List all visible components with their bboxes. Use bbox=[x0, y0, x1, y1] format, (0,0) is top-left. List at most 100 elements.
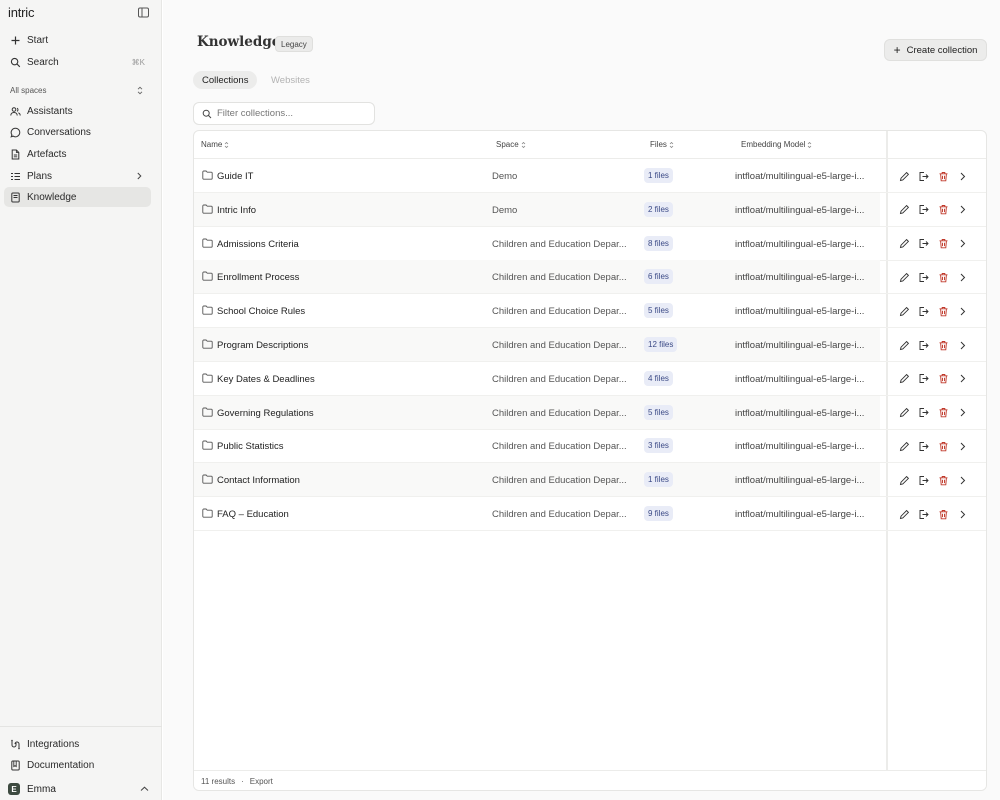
table-row[interactable]: School Choice Rules Children and Educatio… bbox=[194, 294, 986, 329]
chevron-right-icon[interactable] bbox=[957, 238, 969, 250]
column-header-name[interactable]: Name bbox=[201, 140, 229, 149]
edit-icon[interactable] bbox=[898, 271, 910, 283]
collection-name[interactable]: Governing Regulations bbox=[217, 408, 314, 419]
users-icon bbox=[10, 106, 21, 117]
delete-icon[interactable] bbox=[937, 170, 949, 182]
sidebar-item-conversations[interactable]: Conversations bbox=[4, 122, 151, 142]
book-open-icon bbox=[10, 760, 21, 771]
delete-icon[interactable] bbox=[937, 440, 949, 452]
chevron-right-icon[interactable] bbox=[957, 170, 969, 182]
edit-icon[interactable] bbox=[898, 204, 910, 216]
table-row[interactable]: Intric Info Demo 2 files intfloat/multiling… bbox=[194, 192, 986, 227]
collection-name[interactable]: FAQ – Education bbox=[217, 509, 289, 520]
collection-name[interactable]: Enrollment Process bbox=[217, 272, 299, 283]
sidebar-item-artefacts[interactable]: Artefacts bbox=[4, 144, 151, 164]
tab-collections[interactable]: Collections bbox=[193, 71, 258, 89]
delete-icon[interactable] bbox=[937, 204, 949, 216]
table-row[interactable]: Admissions Criteria Children and Educatio… bbox=[194, 227, 986, 261]
spaces-selector-label[interactable]: All spaces bbox=[10, 86, 46, 95]
table-row[interactable]: FAQ – Education Children and Education De… bbox=[194, 497, 986, 531]
export-icon[interactable] bbox=[918, 305, 930, 317]
chevron-right-icon[interactable] bbox=[957, 271, 969, 283]
avatar[interactable]: E bbox=[8, 783, 20, 795]
files-badge: 6 files bbox=[644, 269, 673, 285]
delete-icon[interactable] bbox=[937, 271, 949, 283]
table-row[interactable]: Key Dates & Deadlines Children and Educat… bbox=[194, 362, 986, 396]
export-icon[interactable] bbox=[918, 339, 930, 351]
export-link[interactable]: Export bbox=[250, 777, 273, 786]
delete-icon[interactable] bbox=[937, 474, 949, 486]
edit-icon[interactable] bbox=[898, 305, 910, 317]
table-row[interactable]: Enrollment Process Children and Education… bbox=[194, 260, 986, 295]
create-collection-button[interactable]: + Create collection bbox=[884, 39, 987, 61]
delete-icon[interactable] bbox=[937, 238, 949, 250]
collection-name[interactable]: Guide IT bbox=[217, 171, 253, 182]
column-header-embedding-model[interactable]: Embedding Model bbox=[741, 140, 812, 149]
export-icon[interactable] bbox=[918, 373, 930, 385]
export-icon[interactable] bbox=[918, 440, 930, 452]
export-icon[interactable] bbox=[918, 407, 930, 419]
sort-icon bbox=[669, 141, 674, 149]
delete-icon[interactable] bbox=[937, 508, 949, 520]
export-icon[interactable] bbox=[918, 170, 930, 182]
column-header-files[interactable]: Files bbox=[650, 140, 674, 149]
export-icon[interactable] bbox=[918, 271, 930, 283]
collection-name[interactable]: Program Descriptions bbox=[217, 340, 308, 351]
delete-icon[interactable] bbox=[937, 339, 949, 351]
export-icon[interactable] bbox=[918, 508, 930, 520]
collection-name[interactable]: Admissions Criteria bbox=[217, 239, 299, 250]
chevron-right-icon[interactable] bbox=[957, 440, 969, 452]
edit-icon[interactable] bbox=[898, 474, 910, 486]
search-button[interactable]: Search ⌘K bbox=[4, 52, 151, 72]
chevron-right-icon[interactable] bbox=[957, 339, 969, 351]
chevron-right-icon bbox=[135, 172, 143, 180]
sidebar-toggle-icon[interactable] bbox=[138, 7, 149, 18]
user-name[interactable]: Emma bbox=[27, 784, 56, 795]
column-header-space[interactable]: Space bbox=[496, 140, 526, 149]
edit-icon[interactable] bbox=[898, 440, 910, 452]
chevron-right-icon[interactable] bbox=[957, 407, 969, 419]
collection-name[interactable]: Public Statistics bbox=[217, 441, 284, 452]
export-icon[interactable] bbox=[918, 474, 930, 486]
app-logo[interactable]: intric bbox=[8, 5, 34, 20]
filter-collections-input[interactable] bbox=[217, 108, 367, 119]
edit-icon[interactable] bbox=[898, 170, 910, 182]
start-button[interactable]: Start bbox=[4, 30, 151, 50]
collection-space: Children and Education Depar... bbox=[492, 509, 627, 520]
files-badge: 5 files bbox=[644, 404, 673, 420]
export-icon[interactable] bbox=[918, 238, 930, 250]
sidebar-item-assistants[interactable]: Assistants bbox=[4, 101, 151, 121]
edit-icon[interactable] bbox=[898, 508, 910, 520]
table-row[interactable]: Guide IT Demo 1 files intfloat/multilingual… bbox=[194, 159, 986, 193]
collection-name[interactable]: Key Dates & Deadlines bbox=[217, 374, 315, 385]
delete-icon[interactable] bbox=[937, 305, 949, 317]
chevron-right-icon[interactable] bbox=[957, 508, 969, 520]
edit-icon[interactable] bbox=[898, 407, 910, 419]
collection-name[interactable]: Intric Info bbox=[217, 205, 256, 216]
tab-websites[interactable]: Websites bbox=[262, 71, 319, 89]
chevron-right-icon[interactable] bbox=[957, 305, 969, 317]
table-row[interactable]: Program Descriptions Children and Educati… bbox=[194, 328, 986, 362]
chevron-up-down-icon[interactable] bbox=[136, 86, 144, 95]
table-row[interactable]: Governing Regulations Children and Educat… bbox=[194, 395, 986, 430]
chevron-up-icon[interactable] bbox=[140, 785, 149, 793]
edit-icon[interactable] bbox=[898, 339, 910, 351]
results-count: 11 results bbox=[201, 777, 236, 786]
collection-name[interactable]: Contact Information bbox=[217, 475, 300, 486]
delete-icon[interactable] bbox=[937, 373, 949, 385]
table-row[interactable]: Contact Information Children and Educatio… bbox=[194, 463, 986, 498]
sidebar-item-integrations[interactable]: Integrations bbox=[4, 734, 151, 754]
chevron-right-icon[interactable] bbox=[957, 373, 969, 385]
edit-icon[interactable] bbox=[898, 238, 910, 250]
chevron-right-icon[interactable] bbox=[957, 204, 969, 216]
sidebar-item-documentation[interactable]: Documentation bbox=[4, 755, 151, 775]
export-icon[interactable] bbox=[918, 204, 930, 216]
sidebar-item-knowledge[interactable]: Knowledge bbox=[4, 187, 151, 207]
filter-field[interactable] bbox=[193, 102, 375, 125]
collection-name[interactable]: School Choice Rules bbox=[217, 306, 305, 317]
sidebar-item-plans[interactable]: Plans bbox=[4, 166, 151, 186]
chevron-right-icon[interactable] bbox=[957, 474, 969, 486]
table-row[interactable]: Public Statistics Children and Education … bbox=[194, 429, 986, 464]
edit-icon[interactable] bbox=[898, 373, 910, 385]
delete-icon[interactable] bbox=[937, 407, 949, 419]
